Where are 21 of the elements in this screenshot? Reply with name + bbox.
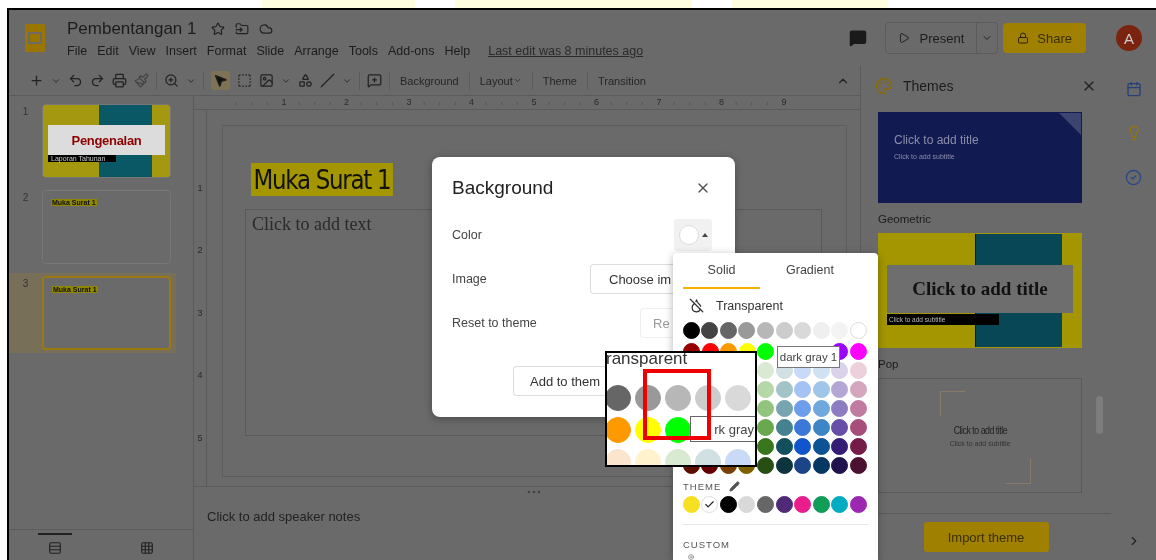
- theme-title: Click to add title: [953, 424, 1007, 436]
- field-label: Reset to theme: [452, 316, 538, 330]
- theme-colors-label: THEME: [683, 481, 722, 492]
- field-label: Color: [452, 228, 483, 242]
- slide-number: 3: [21, 277, 30, 291]
- magnified-caption: ransparent: [607, 353, 689, 368]
- text-placeholder: Click to add text: [252, 214, 372, 234]
- field-label: Image: [452, 272, 488, 286]
- theme-title: Click to add title: [912, 278, 1048, 300]
- custom-colors-label: CUSTOM: [683, 539, 730, 550]
- dialog-title: Background: [452, 177, 555, 199]
- ruler-number: 1: [197, 182, 203, 193]
- thumbnail-title: Pengenalan: [71, 132, 142, 148]
- theme-name: Pop: [878, 358, 900, 370]
- ruler-number: 2: [197, 245, 203, 255]
- ruler-number: 5: [197, 432, 203, 443]
- theme-title: Click to add title: [894, 133, 980, 147]
- panel-title: Themes: [903, 78, 955, 94]
- magnified-tooltip: rk gray: [690, 416, 755, 442]
- color-tooltip: dark gray 1: [777, 346, 840, 368]
- theme-name: Geometric: [878, 213, 933, 225]
